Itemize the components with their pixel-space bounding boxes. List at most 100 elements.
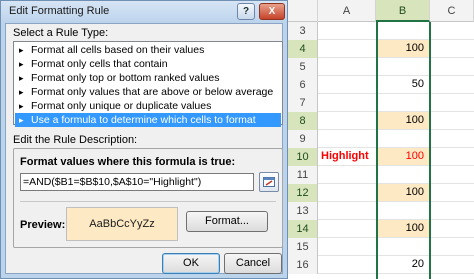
- cell-b[interactable]: 100: [377, 220, 430, 237]
- formula-label: Format values where this formula is true…: [20, 156, 236, 168]
- rule-type-item[interactable]: ▸ Format only top or bottom ranked values: [15, 71, 281, 85]
- cell-a[interactable]: [318, 40, 376, 57]
- rule-type-label: Format all cells based on their values: [31, 44, 205, 56]
- arrow-bullet-icon: ▸: [19, 73, 24, 83]
- arrow-bullet-icon: ▸: [19, 115, 24, 125]
- arrow-bullet-icon: ▸: [19, 45, 24, 55]
- row-header[interactable]: 8: [288, 112, 318, 130]
- preview-label: Preview:: [20, 219, 66, 231]
- collapse-dialog-button[interactable]: [259, 172, 279, 192]
- cell-a[interactable]: [318, 166, 376, 183]
- row-header[interactable]: 7: [288, 94, 318, 112]
- cell-c[interactable]: [431, 166, 474, 183]
- cell-b[interactable]: 100: [377, 40, 430, 57]
- cell-a[interactable]: [318, 220, 376, 237]
- cell-c[interactable]: [431, 202, 474, 219]
- cell-c[interactable]: [431, 112, 474, 129]
- column-header-bar: A B C: [288, 0, 474, 22]
- rule-type-label: Format only values that are above or bel…: [31, 86, 274, 98]
- dialog-titlebar[interactable]: Edit Formatting Rule ? X: [1, 1, 287, 23]
- row-gridline: [318, 273, 474, 274]
- format-preview-box: AaBbCcYyZz: [66, 207, 178, 241]
- column-header-c[interactable]: C: [430, 0, 474, 22]
- cell-a[interactable]: [318, 112, 376, 129]
- cell-a[interactable]: [318, 202, 376, 219]
- cell-b[interactable]: [377, 238, 430, 255]
- rule-type-item[interactable]: ▸ Use a formula to determine which cells …: [15, 113, 281, 127]
- cell-a[interactable]: [318, 94, 376, 111]
- row-header[interactable]: 13: [288, 202, 318, 220]
- cell-b[interactable]: [377, 58, 430, 75]
- row-header[interactable]: 3: [288, 22, 318, 40]
- row-header[interactable]: 6: [288, 76, 318, 94]
- row-header[interactable]: 10: [288, 148, 318, 166]
- row-header[interactable]: 9: [288, 130, 318, 148]
- cell-b[interactable]: 20: [377, 256, 430, 273]
- cell-c[interactable]: [431, 76, 474, 93]
- cell-b[interactable]: 100: [377, 184, 430, 201]
- arrow-bullet-icon: ▸: [19, 101, 24, 111]
- cell-b[interactable]: 100: [377, 148, 430, 165]
- cell-c[interactable]: [431, 94, 474, 111]
- dialog-title: Edit Formatting Rule: [9, 5, 110, 17]
- row-header[interactable]: 14: [288, 220, 318, 238]
- format-button[interactable]: Format...: [186, 211, 268, 232]
- row-header[interactable]: 5: [288, 58, 318, 76]
- cell-b[interactable]: [377, 22, 430, 39]
- column-header-b[interactable]: B: [376, 0, 430, 22]
- formula-input[interactable]: =AND($B1=$B$10,$A$10="Highlight"): [20, 173, 254, 191]
- cell-c[interactable]: [431, 40, 474, 57]
- cell-b[interactable]: 100: [377, 112, 430, 129]
- cell-c[interactable]: [431, 130, 474, 147]
- cell-b[interactable]: [377, 166, 430, 183]
- arrow-bullet-icon: ▸: [19, 87, 24, 97]
- rule-type-item[interactable]: ▸ Format only cells that contain: [15, 57, 281, 71]
- cell-a[interactable]: [318, 256, 376, 273]
- gridline-col-a: [376, 22, 377, 279]
- select-all-corner[interactable]: [288, 0, 318, 22]
- rule-description-group: Format values where this formula is true…: [13, 148, 283, 248]
- rule-type-label: Format only unique or duplicate values: [31, 100, 212, 112]
- cell-c[interactable]: [431, 256, 474, 273]
- cell-a[interactable]: [318, 76, 376, 93]
- spreadsheet-grid[interactable]: A B C 3 4 100 5 6 50 7 8 100 9 10 Highlight 100 11 12 1…: [288, 0, 474, 279]
- ok-button[interactable]: OK: [162, 253, 220, 274]
- rule-type-item[interactable]: ▸ Format only unique or duplicate values: [15, 99, 281, 113]
- close-icon: X: [268, 6, 276, 17]
- cell-c[interactable]: [431, 238, 474, 255]
- cancel-button[interactable]: Cancel: [224, 253, 282, 274]
- arrow-bullet-icon: ▸: [19, 59, 24, 69]
- row-header[interactable]: 16: [288, 256, 318, 274]
- help-button[interactable]: ?: [237, 3, 255, 20]
- rule-type-item[interactable]: ▸ Format only values that are above or be…: [15, 85, 281, 99]
- cell-c[interactable]: [431, 22, 474, 39]
- cell-b[interactable]: [377, 94, 430, 111]
- rule-type-label: Use a formula to determine which cells t…: [31, 114, 256, 126]
- rule-type-item[interactable]: ▸ Format all cells based on their values: [15, 43, 281, 57]
- select-rule-type-label: Select a Rule Type:: [13, 27, 109, 39]
- column-header-a[interactable]: A: [318, 0, 376, 22]
- cell-a[interactable]: Highlight: [318, 148, 376, 165]
- row-header[interactable]: 15: [288, 238, 318, 256]
- cell-a[interactable]: [318, 184, 376, 201]
- row-header[interactable]: 12: [288, 184, 318, 202]
- cell-c[interactable]: [431, 58, 474, 75]
- row-header[interactable]: 11: [288, 166, 318, 184]
- rule-type-list[interactable]: ▸ Format all cells based on their values ▸…: [13, 41, 283, 127]
- cell-c[interactable]: [431, 184, 474, 201]
- cell-c[interactable]: [431, 220, 474, 237]
- cell-b[interactable]: [377, 130, 430, 147]
- gridline-col-b: [430, 22, 431, 279]
- cell-a[interactable]: [318, 130, 376, 147]
- cell-a[interactable]: [318, 22, 376, 39]
- cell-b[interactable]: 50: [377, 76, 430, 93]
- cell-a[interactable]: [318, 58, 376, 75]
- close-button[interactable]: X: [259, 3, 285, 20]
- range-select-icon: [263, 177, 275, 187]
- edit-description-label: Edit the Rule Description:: [13, 134, 138, 146]
- cell-c[interactable]: [431, 148, 474, 165]
- dialog-content: Select a Rule Type: ▸ Format all cells ba…: [5, 23, 283, 274]
- row-header[interactable]: 4: [288, 40, 318, 58]
- cell-b[interactable]: [377, 202, 430, 219]
- cell-a[interactable]: [318, 238, 376, 255]
